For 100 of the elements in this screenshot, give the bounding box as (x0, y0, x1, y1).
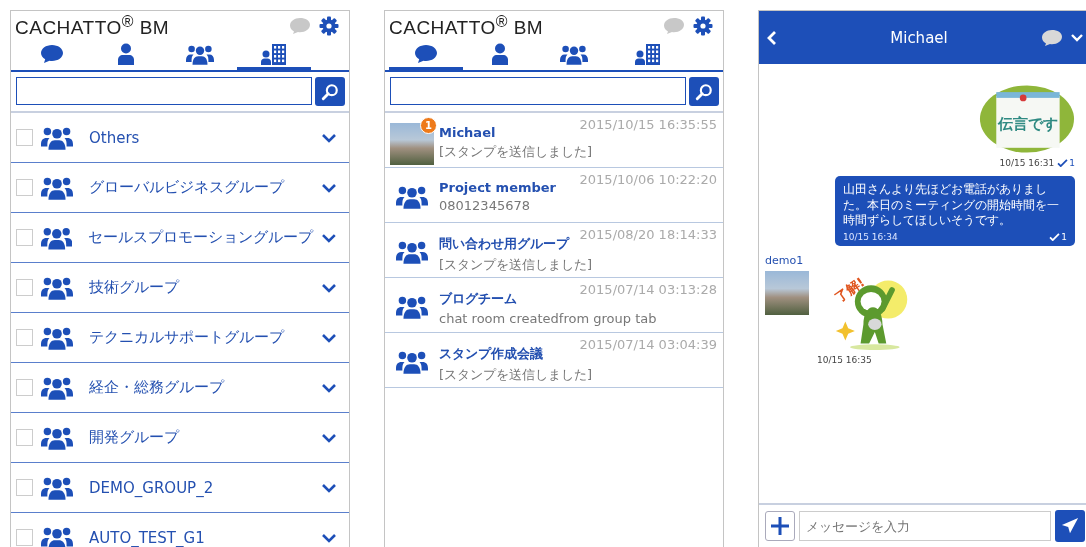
group-icon (396, 295, 428, 319)
checkbox[interactable] (16, 179, 33, 196)
chevron-down-icon[interactable] (321, 382, 337, 393)
group-icon (186, 43, 214, 65)
organization-tab[interactable] (237, 41, 311, 70)
timestamp: 2015/10/06 10:22:20 (579, 172, 717, 187)
person-icon (492, 43, 508, 65)
check-icon (1049, 232, 1061, 241)
checkbox[interactable] (16, 479, 33, 496)
message-preview: 08012345678 (439, 198, 531, 213)
group-name[interactable]: セールスプロモーショングループ (88, 228, 314, 247)
unread-count: 1 (420, 117, 437, 134)
group-name[interactable]: グローバルビジネスグループ (89, 178, 313, 197)
group-icon (396, 240, 428, 264)
search-icon (695, 82, 713, 101)
group-name[interactable]: AUTO_TEST_G1 (89, 528, 313, 547)
chat-bubble-icon (40, 44, 64, 64)
chat-list-item[interactable]: Project member 2015/10/06 10:22:20 08012345678 (385, 168, 723, 223)
chat-name: ブログチーム (439, 290, 517, 308)
message-text: 山田さんより先ほどお電話がありました。本日のミーティングの開始時間を一時間ずらしてほしいそうです。 (843, 182, 1060, 229)
chevron-down-icon[interactable] (321, 132, 337, 143)
search-button[interactable] (315, 77, 345, 106)
timestamp: 2015/07/14 03:13:28 (579, 282, 717, 297)
group-icon (41, 275, 73, 300)
settings-icon[interactable] (693, 16, 713, 36)
timestamp: 10/15 16:31 (999, 158, 1055, 168)
sender-name: demo1 (765, 253, 805, 267)
chevron-down-icon[interactable] (321, 482, 337, 493)
paper-plane-icon (1061, 517, 1079, 535)
chat-list-item[interactable]: 1 Michael 2015/10/15 16:35:55 [スタンプを送信しました] (385, 113, 723, 168)
chat-list-item[interactable]: ブログチーム 2015/07/14 03:13:28 chat room createdfrom group tab (385, 278, 723, 333)
timestamp: 2015/08/20 18:14:33 (579, 227, 717, 242)
search-button[interactable] (689, 77, 719, 106)
timestamp: 10/15 16:35 (817, 354, 872, 365)
chat-name: Michael (439, 124, 496, 140)
check-icon (1057, 159, 1069, 167)
chat-list-item[interactable]: 問い合わせ用グループ 2015/08/20 18:14:33 [スタンプを送信しました] (385, 223, 723, 278)
group-icon (396, 185, 428, 209)
group-icon (41, 425, 73, 450)
group-icon (41, 475, 73, 500)
back-icon[interactable] (767, 29, 777, 46)
checkbox[interactable] (16, 229, 33, 246)
send-button[interactable] (1055, 510, 1085, 542)
chat-title: Michael (889, 28, 949, 47)
message-input[interactable]: メッセージを入力 (799, 511, 1051, 541)
group-icon (41, 325, 73, 350)
group-name[interactable]: 経企・総務グループ (89, 378, 313, 397)
group-name[interactable]: 技術グループ (89, 278, 313, 297)
timestamp: 2015/10/15 16:35:55 (579, 117, 717, 132)
checkbox[interactable] (16, 379, 33, 396)
app-logo: CACHATTO$^{®}$ BM (15, 12, 170, 40)
chevron-down-icon[interactable] (321, 432, 337, 443)
search-field[interactable] (16, 77, 312, 105)
chevron-down-icon[interactable] (321, 532, 337, 543)
settings-icon[interactable] (319, 16, 339, 36)
search-icon (321, 82, 339, 101)
chat-list-item[interactable]: スタンプ作成会議 2015/07/14 03:04:39 [スタンプを送信しました] (385, 333, 723, 388)
group-name[interactable]: テクニカルサポートグループ (89, 328, 313, 347)
plus-icon (770, 516, 790, 536)
group-icon (396, 350, 428, 374)
timestamp: 2015/07/14 03:04:39 (579, 337, 717, 352)
group-icon (560, 43, 588, 65)
photo-placeholder (765, 270, 809, 315)
group-icon (41, 375, 73, 400)
message-preview: [スタンプを送信しました] (439, 366, 594, 384)
person-building-icon (261, 43, 287, 65)
search-field[interactable] (390, 77, 686, 105)
read-count: 1 (1049, 231, 1067, 242)
group-icon (41, 125, 73, 150)
message-preview: [スタンプを送信しました] (439, 256, 594, 274)
checkbox[interactable] (16, 329, 33, 346)
group-name[interactable]: 開発グループ (89, 428, 313, 447)
timestamp: 10/15 16:34 (843, 231, 898, 242)
chevron-down-icon[interactable] (321, 182, 337, 193)
app-logo: CACHATTO$^{®}$ BM (389, 12, 544, 40)
photo-placeholder (390, 123, 434, 165)
person-building-icon (635, 43, 661, 65)
chat-bubble-icon[interactable] (1041, 28, 1063, 47)
checkbox[interactable] (16, 429, 33, 446)
chat-name: 問い合わせ用グループ (439, 235, 569, 253)
add-button[interactable] (765, 511, 795, 541)
chat-bubble-icon (414, 44, 438, 64)
character-sticker: 了解! (829, 270, 915, 351)
checkbox[interactable] (16, 279, 33, 296)
message-preview: [スタンプを送信しました] (439, 143, 594, 161)
person-icon (118, 43, 134, 65)
chevron-down-icon[interactable] (321, 282, 337, 293)
chevron-down-icon[interactable] (321, 232, 337, 243)
memo-sticker: 伝言です (979, 84, 1075, 154)
checkbox[interactable] (16, 529, 33, 546)
group-icon (41, 525, 73, 547)
group-icon (41, 175, 73, 200)
chevron-down-icon[interactable] (321, 332, 337, 343)
group-name[interactable]: Others (89, 128, 313, 147)
chat-name: Project member (439, 179, 557, 195)
chat-name: スタンプ作成会議 (439, 345, 543, 363)
checkbox[interactable] (16, 129, 33, 146)
read-count: 1 (1057, 158, 1075, 168)
message-preview: chat room createdfrom group tab (439, 311, 658, 326)
group-name[interactable]: DEMO_GROUP_2 (89, 478, 313, 497)
